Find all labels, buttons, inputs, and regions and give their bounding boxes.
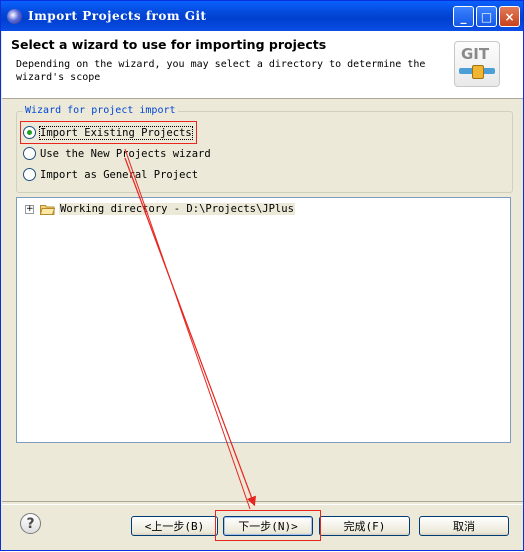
back-button[interactable]: <上一步(B) bbox=[131, 516, 218, 536]
footer-separator bbox=[2, 501, 523, 505]
import-projects-dialog: Import Projects from Git _ □ × Select a … bbox=[0, 0, 524, 551]
git-logo-text: GIT bbox=[461, 45, 490, 63]
minimize-button[interactable]: _ bbox=[453, 6, 474, 27]
tree-item-label: Working directory - D:\Projects\JPlus bbox=[59, 203, 295, 215]
page-title: Select a wizard to use for importing pro… bbox=[11, 37, 327, 52]
tree-item[interactable]: + Working directory - D:\Projects\JPlus bbox=[25, 203, 295, 215]
help-icon[interactable]: ? bbox=[20, 513, 41, 534]
finish-button[interactable]: 完成(F) bbox=[319, 516, 410, 536]
option-new-projects-wizard[interactable]: Use the New Projects wizard bbox=[23, 147, 211, 160]
wizard-content: Wizard for project import Import Existin… bbox=[2, 99, 523, 503]
wizard-option-group: Wizard for project import Import Existin… bbox=[16, 105, 513, 193]
title-bar[interactable]: Import Projects from Git _ □ × bbox=[1, 1, 523, 31]
expand-icon[interactable]: + bbox=[25, 204, 34, 214]
cancel-button[interactable]: 取消 bbox=[419, 516, 509, 536]
directory-tree[interactable]: + Working directory - D:\Projects\JPlus bbox=[16, 197, 511, 443]
window-title: Import Projects from Git bbox=[28, 9, 207, 23]
option-label: Import as General Project bbox=[40, 168, 199, 181]
option-label: Use the New Projects wizard bbox=[40, 147, 211, 160]
page-description: Depending on the wizard, you may select … bbox=[16, 59, 426, 83]
radio-icon[interactable] bbox=[23, 147, 36, 160]
eclipse-icon bbox=[7, 9, 22, 24]
radio-checked-icon[interactable] bbox=[23, 126, 36, 139]
close-button[interactable]: × bbox=[499, 6, 520, 27]
option-import-existing[interactable]: Import Existing Projects bbox=[23, 125, 193, 140]
wizard-header: Select a wizard to use for importing pro… bbox=[2, 31, 523, 99]
maximize-button[interactable]: □ bbox=[476, 6, 497, 27]
option-general-project[interactable]: Import as General Project bbox=[23, 168, 198, 181]
annotation-highlight-box-next bbox=[215, 510, 321, 541]
git-logo-knob bbox=[472, 65, 484, 79]
option-label: Import Existing Projects bbox=[39, 125, 193, 140]
group-label: Wizard for project import bbox=[23, 105, 178, 116]
radio-icon[interactable] bbox=[23, 168, 36, 181]
folder-icon bbox=[40, 204, 55, 215]
git-logo-icon: GIT bbox=[454, 41, 500, 87]
